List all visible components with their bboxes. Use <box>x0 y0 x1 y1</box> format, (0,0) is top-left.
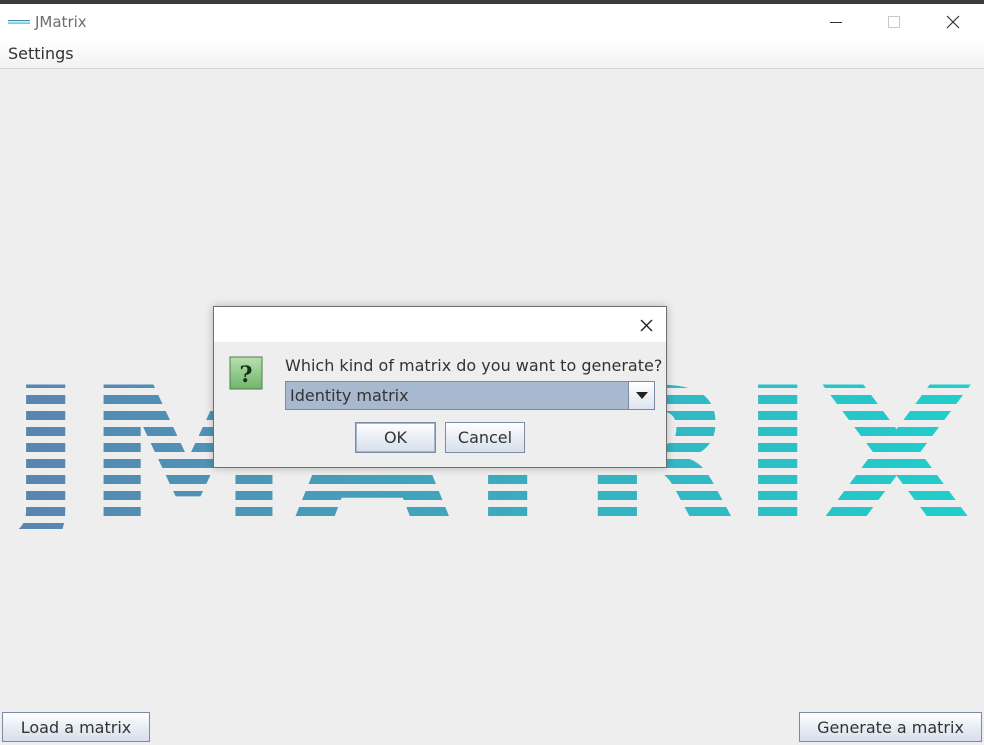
svg-text:?: ? <box>240 362 253 388</box>
load-matrix-button[interactable]: Load a matrix <box>2 712 150 742</box>
generate-matrix-dialog: ? Which kind of matrix do you want to ge… <box>213 306 667 468</box>
maximize-button[interactable] <box>871 4 917 40</box>
close-button[interactable] <box>930 4 976 40</box>
question-icon: ? <box>229 356 263 390</box>
cancel-button[interactable]: Cancel <box>445 422 525 453</box>
close-icon <box>946 15 960 29</box>
jmatrix-logo-icon <box>8 20 30 24</box>
generate-matrix-button[interactable]: Generate a matrix <box>799 712 982 742</box>
matrix-type-select[interactable]: Identity matrix <box>285 381 655 410</box>
menu-bar: Settings <box>0 40 984 69</box>
close-icon <box>640 319 652 331</box>
dialog-title-bar[interactable] <box>214 307 666 342</box>
minimize-button[interactable] <box>813 4 859 40</box>
ok-button[interactable]: OK <box>355 422 436 453</box>
menu-settings[interactable]: Settings <box>8 44 74 63</box>
dialog-question: Which kind of matrix do you want to gene… <box>285 356 663 375</box>
matrix-type-selected-value: Identity matrix <box>290 386 409 405</box>
window-title: JMatrix <box>35 13 87 31</box>
title-bar[interactable]: JMatrix <box>0 4 984 40</box>
dialog-close-button[interactable] <box>636 315 656 335</box>
chevron-down-icon <box>635 392 648 399</box>
dropdown-button[interactable] <box>628 382 654 409</box>
minimize-icon <box>830 22 842 23</box>
maximize-icon <box>888 16 900 28</box>
